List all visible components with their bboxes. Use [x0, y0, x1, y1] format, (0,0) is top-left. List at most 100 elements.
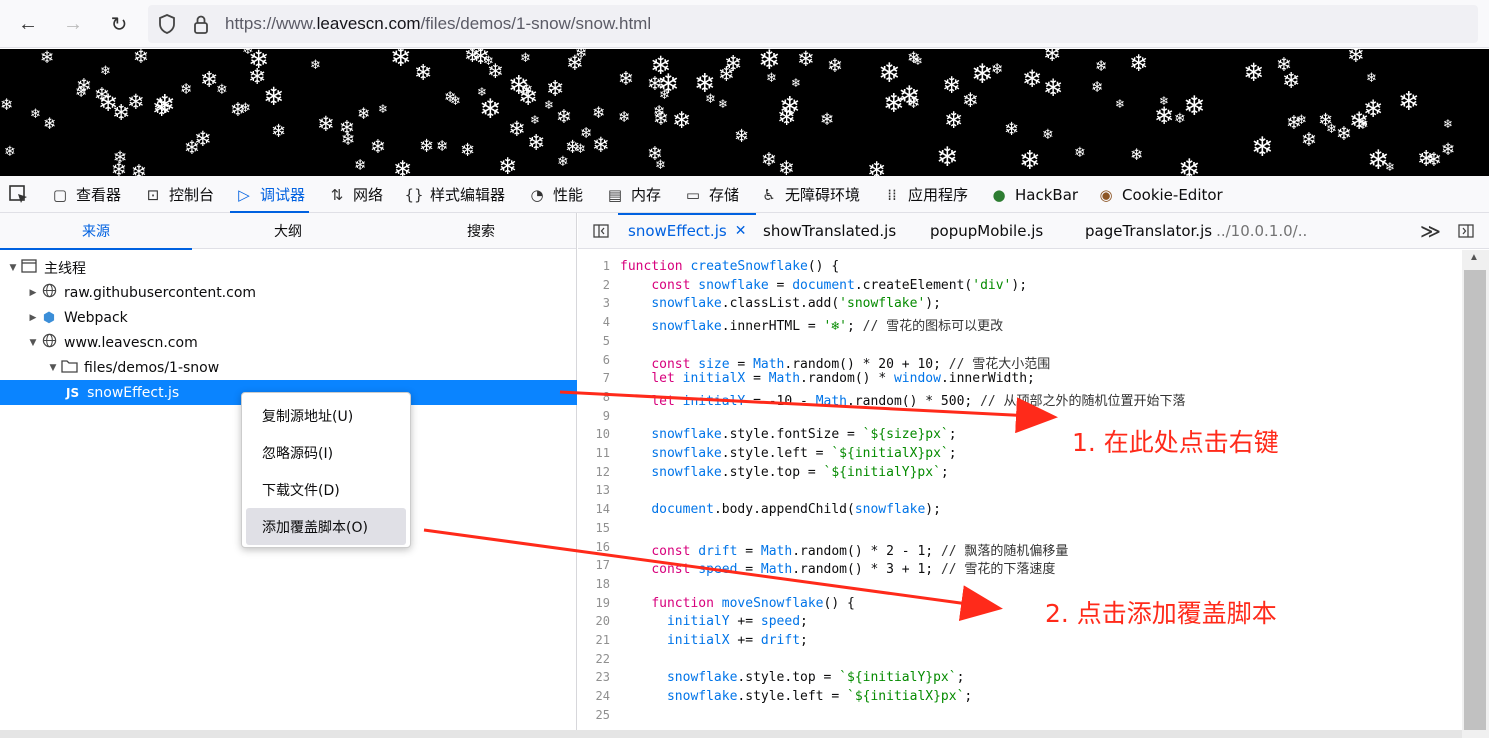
tree-leavescn-host[interactable]: ▼ www.leavescn.com: [0, 330, 577, 355]
toggle-sources-icon[interactable]: [588, 213, 614, 249]
element-picker-icon[interactable]: [8, 176, 30, 213]
network-icon: ⇅: [330, 185, 344, 204]
line-number[interactable]: 21: [578, 633, 610, 652]
tab-storage[interactable]: ▭ 存储: [683, 176, 739, 213]
menu-add-override-script[interactable]: 添加覆盖脚本(O): [246, 508, 406, 545]
back-button-icon[interactable]: ←: [12, 8, 44, 40]
menu-ignore-source[interactable]: 忽略源码(I): [246, 434, 406, 471]
globe-icon: [40, 333, 58, 352]
vertical-scrollbar[interactable]: ▲: [1462, 250, 1489, 738]
snowflake-icon: ❄: [479, 94, 502, 125]
tab-style-editor[interactable]: {} 样式编辑器: [404, 176, 505, 213]
tab-application[interactable]: ⁞⁞ 应用程序: [882, 176, 968, 213]
line-number[interactable]: 19: [578, 596, 610, 615]
line-number[interactable]: 17: [578, 558, 610, 577]
snowflake-icon: ❄: [1417, 147, 1436, 172]
tree-github-host[interactable]: ▶ raw.githubusercontent.com: [0, 280, 577, 305]
tab-outline[interactable]: 大纲: [192, 213, 384, 249]
folder-icon: [60, 359, 78, 377]
line-number[interactable]: 6: [578, 353, 610, 372]
tree-folder[interactable]: ▼ files/demos/1-snow: [0, 355, 577, 380]
tab-performance[interactable]: ◔ 性能: [527, 176, 583, 213]
line-number[interactable]: 18: [578, 577, 610, 596]
tab-hackbar[interactable]: ● HackBar: [989, 176, 1078, 213]
tree-webpack[interactable]: ▶ ⬢ Webpack: [0, 305, 577, 330]
line-number[interactable]: 2: [578, 278, 610, 297]
scroll-thumb[interactable]: [1464, 270, 1486, 730]
forward-button-icon[interactable]: →: [57, 8, 89, 40]
tab-console[interactable]: ⊡ 控制台: [143, 176, 214, 213]
tab-memory[interactable]: ▤ 内存: [605, 176, 661, 213]
lock-icon[interactable]: [190, 13, 212, 35]
reload-button-icon[interactable]: ↻: [103, 8, 135, 40]
line-number[interactable]: 12: [578, 465, 610, 484]
toggle-sidebar-icon[interactable]: [1458, 213, 1474, 249]
menu-download-file[interactable]: 下载文件(D): [246, 471, 406, 508]
close-icon[interactable]: ✕: [735, 223, 747, 239]
menu-copy-source-url[interactable]: 复制源地址(U): [246, 397, 406, 434]
line-number[interactable]: 11: [578, 446, 610, 465]
snowflake-icon: ❄: [1367, 145, 1390, 176]
collapsed-icon[interactable]: ▶: [26, 288, 40, 298]
code-line: 1 function createSnowflake() {: [578, 259, 839, 278]
snowflake-icon: ❄: [370, 136, 386, 158]
editor-tab-pagetranslator[interactable]: pageTranslator.js ../10.0.1.0/..: [1085, 213, 1307, 249]
tree-label: snowEffect.js: [87, 384, 180, 401]
line-number[interactable]: 16: [578, 540, 610, 559]
tree-label: www.leavescn.com: [64, 334, 198, 351]
tab-cookie-editor[interactable]: ◉ Cookie-Editor: [1096, 176, 1222, 213]
editor-tab-snoweffect[interactable]: snowEffect.js ✕: [617, 213, 757, 249]
expand-icon[interactable]: ▼: [46, 363, 60, 373]
collapsed-icon[interactable]: ▶: [26, 313, 40, 323]
tab-inspector[interactable]: ▢ 查看器: [50, 176, 121, 213]
snowflake-icon: ❄: [508, 71, 530, 101]
line-number[interactable]: 10: [578, 427, 610, 446]
snowflake-icon: ❄: [393, 157, 413, 177]
snowflake-icon: ❄: [1074, 145, 1086, 161]
tab-sources[interactable]: 来源: [0, 213, 192, 250]
line-number[interactable]: 24: [578, 689, 610, 708]
line-number[interactable]: 4: [578, 315, 610, 334]
snowflake-icon: ❄: [75, 83, 88, 101]
url-field[interactable]: https://www.leavescn.com/files/demos/1-s…: [148, 5, 1478, 43]
horizontal-scrollbar[interactable]: [0, 730, 1462, 738]
line-number[interactable]: 7: [578, 371, 610, 390]
snowflake-icon: ❄: [43, 114, 57, 133]
more-tabs-icon[interactable]: ≫: [1420, 213, 1441, 249]
line-number[interactable]: 14: [578, 502, 610, 521]
code-text: snowflake.style.top = `${initialY}px`;: [666, 670, 965, 686]
snowflake-icon: ❄: [520, 51, 531, 66]
snowflake-icon: ❄: [791, 76, 802, 90]
snowflake-icon: ❄: [180, 80, 193, 98]
snowflake-icon: ❄: [580, 124, 593, 142]
expand-icon[interactable]: ▼: [26, 338, 40, 348]
code-editor[interactable]: 1 function createSnowflake() {2 const sno…: [578, 250, 1462, 730]
line-number[interactable]: 1: [578, 259, 610, 278]
line-number[interactable]: 9: [578, 409, 610, 428]
line-number[interactable]: 15: [578, 521, 610, 540]
tab-network[interactable]: ⇅ 网络: [327, 176, 383, 213]
shield-icon[interactable]: [156, 13, 178, 35]
editor-tab-popupmobile[interactable]: popupMobile.js: [930, 213, 1043, 249]
line-number[interactable]: 13: [578, 483, 610, 502]
tab-search[interactable]: 搜索: [385, 213, 577, 249]
tab-accessibility[interactable]: ♿ 无障碍环境: [759, 176, 860, 213]
line-number[interactable]: 22: [578, 652, 610, 671]
line-number[interactable]: 8: [578, 390, 610, 409]
line-number[interactable]: 20: [578, 614, 610, 633]
tree-main-thread[interactable]: ▼ 主线程: [0, 255, 577, 280]
snowflake-icon: ❄: [1022, 65, 1043, 93]
expand-icon[interactable]: ▼: [6, 263, 20, 273]
tab-debugger[interactable]: ▷ 调试器: [229, 176, 310, 213]
scroll-up-icon[interactable]: ▲: [1469, 252, 1479, 263]
line-number[interactable]: 25: [578, 708, 610, 727]
devtools-toolbar: ▢ 查看器 ⊡ 控制台 ▷ 调试器 ⇅ 网络 {} 样式编辑器 ◔ 性能 ▤ 内存 ▭ 存储 ♿…: [0, 176, 1489, 213]
line-number[interactable]: 5: [578, 334, 610, 353]
snowflake-icon: ❄: [1363, 95, 1384, 123]
snowflake-icon: ❄: [1441, 140, 1456, 160]
line-number[interactable]: 3: [578, 296, 610, 315]
code-text: snowflake.innerHTML = '❄'; // 雪花的图标可以更改: [651, 319, 1004, 335]
code-line: 11 snowflake.style.left = `${initialX}px…: [578, 446, 957, 465]
editor-tab-showtranslated[interactable]: showTranslated.js: [763, 213, 896, 249]
line-number[interactable]: 23: [578, 670, 610, 689]
